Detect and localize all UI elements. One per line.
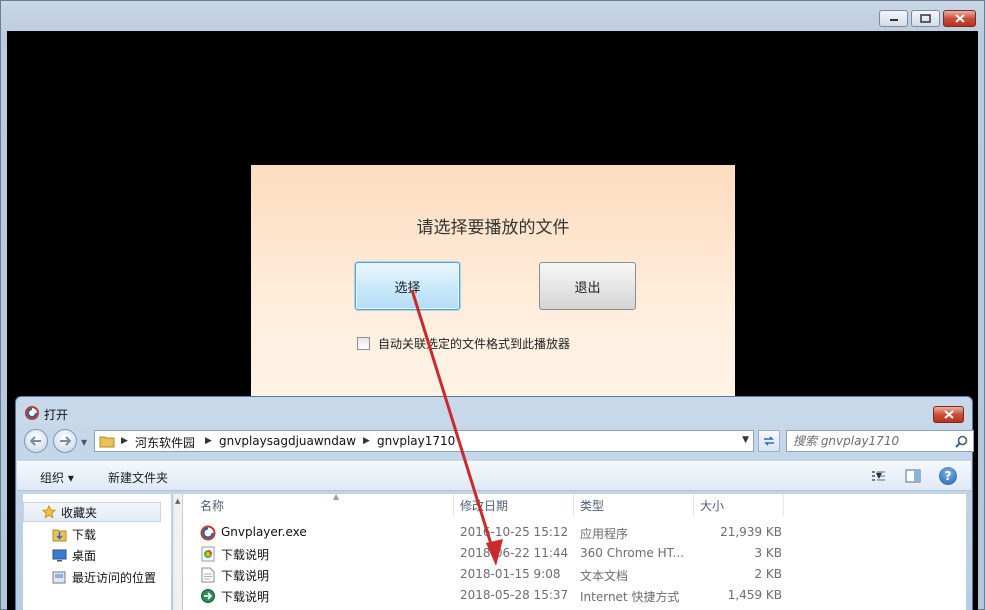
file-size: 3 KB xyxy=(754,546,782,560)
nav-item-label: 桌面 xyxy=(72,548,97,563)
address-bar[interactable]: ▶ 河东软件园 ▶ gnvplaysagdjuawndaw ▶ gnvplay1… xyxy=(94,430,754,452)
forward-button[interactable] xyxy=(53,429,77,453)
file-size: 21,939 KB xyxy=(720,525,782,539)
nav-item-downloads[interactable]: 下载 xyxy=(23,524,163,544)
associate-label: 自动关联选定的文件格式到此播放器 xyxy=(378,337,571,351)
nav-item-label: 收藏夹 xyxy=(61,505,98,520)
html-file-icon xyxy=(201,546,215,562)
column-date[interactable]: 修改日期 xyxy=(460,497,508,514)
view-dropdown-icon[interactable]: ▼ xyxy=(876,471,882,480)
star-icon xyxy=(42,505,56,519)
navigation-pane: 收藏夹 下载 桌面 最近访问的位置 xyxy=(23,494,171,610)
minimize-icon xyxy=(889,18,898,21)
file-name: 下载说明 xyxy=(221,569,270,583)
maximize-icon xyxy=(920,14,931,23)
chooser-title: 请选择要播放的文件 xyxy=(416,218,570,238)
desktop-icon xyxy=(52,549,67,561)
file-date: 2016-10-25 15:12 xyxy=(460,525,569,539)
folder-icon xyxy=(99,436,115,448)
file-chooser-panel: 请选择要播放的文件 选择 退出 自动关联选定的文件格式到此播放器 xyxy=(251,165,735,405)
file-name: 下载说明 xyxy=(221,548,270,562)
file-name: 下载说明 xyxy=(221,590,270,604)
file-type: 文本文档 xyxy=(580,569,629,583)
dialog-close-button[interactable] xyxy=(933,406,964,423)
column-size[interactable]: 大小 xyxy=(700,497,724,514)
window-controls xyxy=(879,10,976,27)
nav-item-favorites[interactable]: 收藏夹 xyxy=(23,502,161,522)
file-type: 360 Chrome HT... xyxy=(580,546,684,560)
navigation-scrollbar[interactable]: ▲ xyxy=(173,494,182,610)
associate-checkbox[interactable] xyxy=(357,337,370,350)
file-row[interactable]: 下载说明 2018-06-22 11:44 360 Chrome HT... 3… xyxy=(183,543,966,564)
close-icon xyxy=(943,410,954,419)
file-name: Gnvplayer.exe xyxy=(221,525,307,539)
downloads-folder-icon xyxy=(52,529,67,541)
associate-format-option[interactable]: 自动关联选定的文件格式到此播放器 xyxy=(357,335,570,352)
column-type[interactable]: 类型 xyxy=(580,497,604,514)
sort-ascending-icon: ▲ xyxy=(333,492,340,501)
file-type: Internet 快捷方式 xyxy=(580,590,680,604)
app-icon xyxy=(200,525,216,541)
select-file-button[interactable]: 选择 xyxy=(355,262,460,310)
new-folder-button[interactable]: 新建文件夹 xyxy=(108,469,168,486)
column-name[interactable]: 名称 xyxy=(200,497,224,514)
file-row[interactable]: Gnvplayer.exe 2016-10-25 15:12 应用程序 21,9… xyxy=(183,522,966,543)
dialog-title: 打开 xyxy=(44,408,69,422)
file-list-header: ▲ 名称 修改日期 类型 大小 xyxy=(183,492,966,516)
preview-pane-icon[interactable] xyxy=(905,469,921,483)
text-file-icon xyxy=(201,567,215,583)
address-dropdown-icon[interactable]: ▼ xyxy=(742,435,749,445)
nav-item-label: 下载 xyxy=(72,527,97,542)
recent-places-icon xyxy=(52,571,66,583)
dialog-titlebar[interactable]: 打开 xyxy=(16,397,972,427)
breadcrumb-item[interactable]: gnvplaysagdjuawndaw xyxy=(219,434,356,448)
scroll-up-icon[interactable]: ▲ xyxy=(175,497,180,505)
back-button[interactable] xyxy=(24,429,48,453)
column-divider[interactable] xyxy=(783,494,784,516)
organize-menu-button[interactable]: 组织 ▾ xyxy=(40,469,74,486)
refresh-button[interactable] xyxy=(758,430,780,452)
exit-button[interactable]: 退出 xyxy=(539,262,636,310)
nav-item-label: 最近访问的位置 xyxy=(72,570,157,585)
column-divider[interactable] xyxy=(693,494,694,516)
minimize-button[interactable] xyxy=(879,10,908,27)
file-type: 应用程序 xyxy=(580,527,629,541)
breadcrumb-separator-icon[interactable]: ▶ xyxy=(205,436,212,446)
file-date: 2018-01-15 9:08 xyxy=(460,567,561,581)
refresh-icon xyxy=(764,436,774,446)
nav-item-desktop[interactable]: 桌面 xyxy=(23,545,163,565)
close-icon xyxy=(954,14,965,23)
shortcut-icon xyxy=(201,589,215,603)
breadcrumb-separator-icon[interactable]: ▶ xyxy=(363,436,370,446)
file-list: ▲ 名称 修改日期 类型 大小 Gnvplayer.exe 2016-10-25… xyxy=(183,492,966,610)
help-icon: ? xyxy=(944,469,952,483)
column-divider[interactable] xyxy=(453,494,454,516)
search-box[interactable] xyxy=(786,430,974,452)
navigation-row: ▼ ▶ 河东软件园 ▶ gnvplaysagdjuawndaw ▶ gnvpla… xyxy=(24,429,974,453)
player-app-icon xyxy=(25,406,39,420)
close-button[interactable] xyxy=(943,10,976,27)
file-size: 1,459 KB xyxy=(727,588,782,602)
forward-arrow-icon xyxy=(60,436,71,446)
open-file-dialog: 打开 ▼ ▶ 河东软件园 ▶ gnvplaysagdjuawndaw ▶ gnv… xyxy=(15,396,974,610)
recent-pages-caret[interactable]: ▼ xyxy=(81,438,87,447)
file-row[interactable]: 下载说明 2018-01-15 9:08 文本文档 2 KB xyxy=(183,564,966,585)
nav-item-recent-places[interactable]: 最近访问的位置 xyxy=(23,567,163,587)
file-date: 2018-06-22 11:44 xyxy=(460,546,569,560)
file-size: 2 KB xyxy=(754,567,782,581)
search-input[interactable] xyxy=(793,434,948,448)
command-toolbar: 组织 ▾ 新建文件夹 ▼ ? xyxy=(17,461,971,491)
help-button[interactable]: ? xyxy=(939,467,957,485)
file-row[interactable]: 下载说明 2018-05-28 15:37 Internet 快捷方式 1,45… xyxy=(183,585,966,606)
breadcrumb-item[interactable]: gnvplay1710 xyxy=(377,434,455,448)
breadcrumb-item[interactable]: 河东软件园 xyxy=(135,434,195,451)
maximize-button[interactable] xyxy=(911,10,940,27)
search-icon[interactable] xyxy=(955,435,968,448)
file-date: 2018-05-28 15:37 xyxy=(460,588,569,602)
column-divider[interactable] xyxy=(573,494,574,516)
back-arrow-icon xyxy=(30,436,41,446)
breadcrumb-separator-icon[interactable]: ▶ xyxy=(121,436,128,446)
